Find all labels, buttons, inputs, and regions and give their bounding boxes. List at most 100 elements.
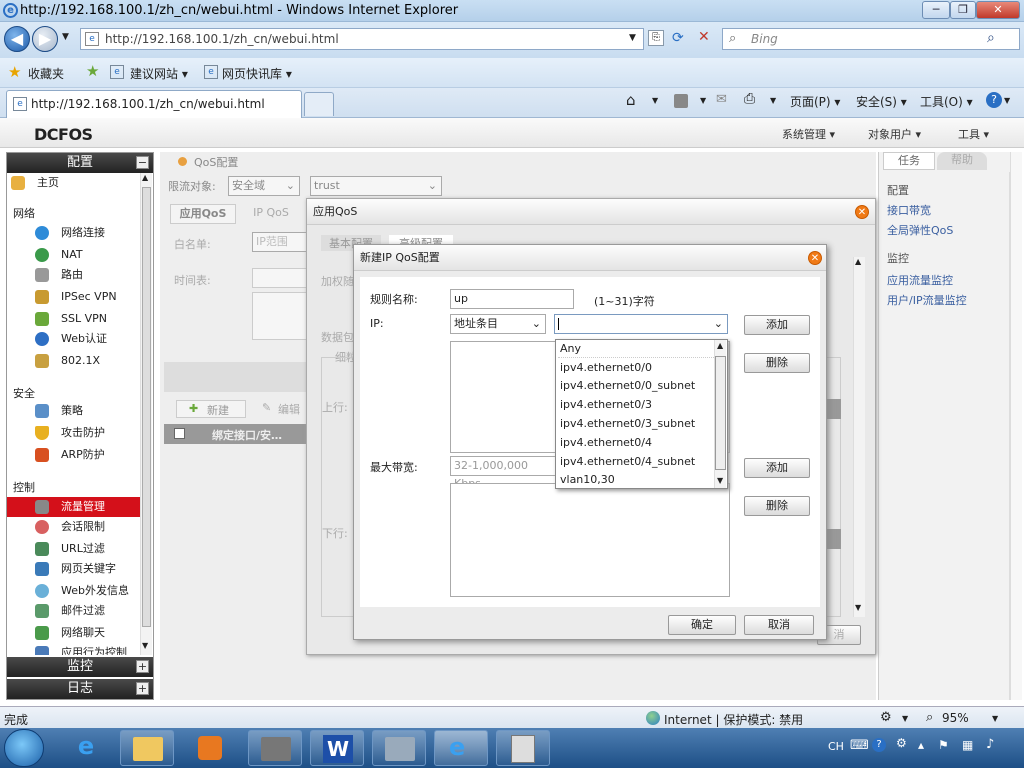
ime-options-icon[interactable]: ⚙ <box>896 736 907 750</box>
collapse-icon[interactable]: − <box>136 156 149 169</box>
address-dropdown-icon[interactable]: ▼ <box>629 33 636 43</box>
print-icon[interactable]: ⎙ <box>744 91 755 107</box>
app-taskbar-button-3[interactable] <box>496 730 550 766</box>
action-center-icon[interactable]: ⚑ <box>938 738 949 752</box>
schedule-list[interactable] <box>252 292 312 340</box>
web-slice-link[interactable]: 网页快讯库 ▾ <box>222 65 292 82</box>
ip-add-button[interactable]: 添加 <box>744 315 810 335</box>
link-global-qos[interactable]: 全局弹性QoS <box>887 222 953 238</box>
sidebar-head-monitor[interactable]: 监控 + <box>7 657 153 677</box>
bw-add-button[interactable]: 添加 <box>744 458 810 478</box>
bw-list[interactable] <box>450 483 730 597</box>
scroll-down-icon[interactable]: ▼ <box>717 476 723 485</box>
sidebar-head-log[interactable]: 日志 + <box>7 679 153 699</box>
link-interface-bandwidth[interactable]: 接口带宽 <box>887 202 931 218</box>
help-icon[interactable]: ? <box>986 92 1002 108</box>
maximize-button[interactable]: ❐ <box>950 1 976 19</box>
home-dropdown-icon[interactable]: ▼ <box>652 96 658 105</box>
tab-app-qos[interactable]: 应用QoS <box>170 204 236 224</box>
explorer-taskbar-button[interactable] <box>120 730 174 766</box>
language-indicator[interactable]: CH <box>828 740 844 753</box>
ie-active-taskbar-button[interactable]: e <box>434 730 488 766</box>
select-all-checkbox[interactable] <box>174 428 185 439</box>
scroll-thumb[interactable] <box>142 187 151 627</box>
bw-delete-button[interactable]: 删除 <box>744 496 810 516</box>
menu-system-admin[interactable]: 系统管理 ▾ <box>782 126 835 142</box>
tab-help[interactable]: 帮助 <box>937 152 987 170</box>
forward-button[interactable]: ▶ <box>32 26 58 52</box>
edit-button[interactable]: ✎ 编辑 <box>258 400 308 418</box>
word-taskbar-button[interactable]: W <box>310 730 364 766</box>
browser-tab-active[interactable]: e http://192.168.100.1/zh_cn/webui.html <box>6 90 302 118</box>
zone-select[interactable]: trust ⌄ <box>310 176 442 196</box>
mail-icon[interactable]: ✉ <box>716 92 727 107</box>
dropdown-option[interactable]: vlan10,30 <box>558 471 714 489</box>
scroll-up-icon[interactable]: ▲ <box>142 173 148 182</box>
chevron-down-icon[interactable]: ⌄ <box>714 315 723 333</box>
max-bandwidth-input[interactable]: 32-1,000,000 Kbps <box>450 456 556 490</box>
dropdown-option[interactable]: ipv4.ethernet0/0 <box>558 359 714 377</box>
keyboard-icon[interactable]: ⌨ <box>850 738 869 753</box>
close-icon[interactable]: ✕ <box>808 251 822 265</box>
expand-icon[interactable]: + <box>136 682 149 695</box>
whitelist-select[interactable]: IP范围 <box>252 232 312 252</box>
app-taskbar-button-1[interactable] <box>248 730 302 766</box>
tab-ip-qos[interactable]: IP QoS <box>240 204 302 224</box>
schedule-select[interactable] <box>252 268 312 288</box>
suggested-sites-link[interactable]: 建议网站 ▾ <box>130 65 188 82</box>
start-button[interactable] <box>4 729 44 767</box>
limit-object-select[interactable]: 安全域 ⌄ <box>228 176 300 196</box>
protected-dropdown-icon[interactable]: ▼ <box>902 714 908 723</box>
address-bar[interactable]: e http://192.168.100.1/zh_cn/webui.html … <box>80 28 644 50</box>
stop-icon[interactable]: ✕ <box>698 29 710 45</box>
sidebar-item-traffic-mgmt[interactable]: 流量管理 <box>7 497 141 517</box>
media-taskbar-button[interactable] <box>184 730 234 766</box>
dropdown-scrollbar[interactable]: ▲ ▼ <box>714 340 726 488</box>
tools-menu[interactable]: 工具(O) ▾ <box>920 93 973 110</box>
dialog-scrollbar[interactable]: ▲ ▼ <box>853 257 865 617</box>
history-dropdown-icon[interactable]: ▼ <box>62 32 69 42</box>
search-icon[interactable]: ⌕ <box>987 30 995 46</box>
ok-button[interactable]: 确定 <box>668 615 736 635</box>
zoom-icon[interactable]: ⌕ <box>926 710 933 725</box>
dropdown-option[interactable]: ipv4.ethernet0/4_subnet <box>558 453 714 471</box>
security-zone[interactable]: Internet | 保护模式: 禁用 <box>664 711 803 728</box>
dropdown-option[interactable]: ipv4.ethernet0/3_subnet <box>558 415 714 433</box>
scroll-down-icon[interactable]: ▼ <box>855 603 861 612</box>
ip-address-combo[interactable]: ⌄ <box>554 314 728 334</box>
refresh-icon[interactable]: ⟳ <box>672 30 684 46</box>
protected-mode-icon[interactable]: ⚙ <box>880 710 892 725</box>
scroll-up-icon[interactable]: ▲ <box>855 257 861 266</box>
new-tab-button[interactable] <box>304 92 334 116</box>
expand-icon[interactable]: + <box>136 660 149 673</box>
favorites-button[interactable]: 收藏夹 <box>28 65 64 82</box>
rule-name-input[interactable]: up <box>450 289 574 309</box>
volume-icon[interactable]: ♪ <box>986 737 994 752</box>
link-app-traffic-monitor[interactable]: 应用流量监控 <box>887 272 953 288</box>
ip-type-select[interactable]: 地址条目 ⌄ <box>450 314 546 334</box>
safety-menu[interactable]: 安全(S) ▾ <box>856 93 907 110</box>
network-tray-icon[interactable]: ▦ <box>962 738 973 752</box>
link-user-ip-traffic-monitor[interactable]: 用户/IP流量监控 <box>887 292 967 308</box>
scroll-thumb[interactable] <box>715 356 726 470</box>
page-menu[interactable]: 页面(P) ▾ <box>790 93 840 110</box>
scroll-down-icon[interactable]: ▼ <box>142 641 148 650</box>
compat-view-icon[interactable]: ⎘ <box>648 30 664 46</box>
cancel-button[interactable]: 取消 <box>744 615 814 635</box>
dropdown-option[interactable]: Any <box>558 340 714 358</box>
menu-object-user[interactable]: 对象用户 ▾ <box>868 126 921 142</box>
search-input[interactable]: ⌕ Bing ⌕ <box>722 28 1020 50</box>
dropdown-option[interactable]: ipv4.ethernet0/0_subnet <box>558 377 714 395</box>
new-button[interactable]: ✚ 新建 <box>176 400 246 418</box>
scroll-up-icon[interactable]: ▲ <box>717 341 723 350</box>
home-icon[interactable]: ⌂ <box>626 91 636 109</box>
feeds-dropdown-icon[interactable]: ▼ <box>700 96 706 105</box>
help-dropdown-icon[interactable]: ▼ <box>1004 96 1010 105</box>
app-taskbar-button-2[interactable] <box>372 730 426 766</box>
show-hidden-icons[interactable]: ▴ <box>918 738 924 752</box>
close-icon[interactable]: ✕ <box>855 205 869 219</box>
page-scrollbar[interactable] <box>1010 152 1022 700</box>
sidebar-item-home[interactable]: 主页 <box>11 173 139 193</box>
ip-delete-button[interactable]: 删除 <box>744 353 810 373</box>
dropdown-option[interactable]: ipv4.ethernet0/4 <box>558 434 714 452</box>
